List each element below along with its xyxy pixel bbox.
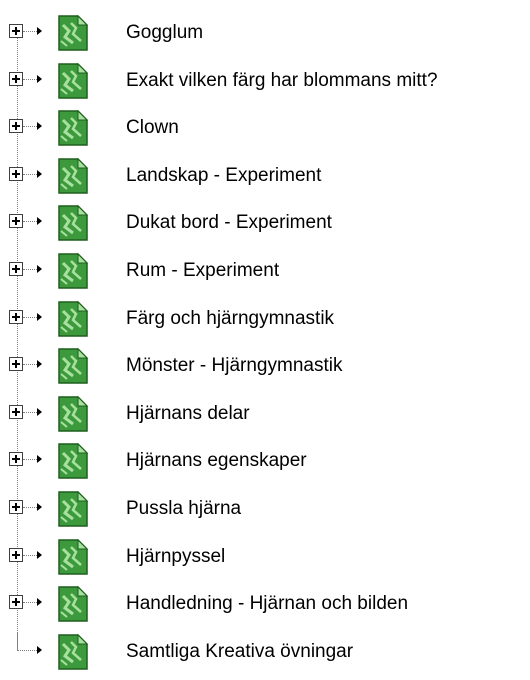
document-icon[interactable] bbox=[56, 632, 90, 672]
expand-plus-icon[interactable] bbox=[9, 262, 23, 276]
document-icon[interactable] bbox=[56, 108, 90, 148]
tree-item-label[interactable]: Samtliga Kreativa övningar bbox=[126, 641, 353, 663]
expand-plus-icon[interactable] bbox=[9, 166, 23, 181]
tree-item[interactable]: Dukat bord - Experiment bbox=[0, 203, 530, 251]
document-icon[interactable] bbox=[56, 156, 90, 196]
tree-item[interactable]: Mönster - Hjärngymnastik bbox=[0, 346, 530, 394]
expand-plus-icon[interactable] bbox=[9, 500, 23, 514]
pointer-arrow-icon bbox=[37, 550, 42, 559]
document-icon[interactable] bbox=[56, 584, 90, 624]
expand-plus-icon[interactable] bbox=[9, 404, 23, 419]
tree-item[interactable]: Färg och hjärngymnastik bbox=[0, 299, 530, 347]
pointer-arrow-icon bbox=[37, 27, 42, 35]
expand-plus-icon[interactable] bbox=[9, 119, 23, 134]
document-icon[interactable] bbox=[56, 299, 90, 339]
document-icon[interactable] bbox=[56, 537, 90, 577]
document-icon[interactable] bbox=[56, 441, 90, 481]
pointer-arrow-icon bbox=[37, 74, 42, 83]
expand-plus-icon[interactable] bbox=[9, 452, 23, 467]
tree-corner-line bbox=[17, 631, 18, 650]
pointer-arrow-icon bbox=[37, 217, 42, 226]
document-icon[interactable] bbox=[56, 346, 90, 386]
tree-item-label[interactable]: Exakt vilken färg har blommans mitt? bbox=[126, 70, 438, 92]
tree-item-label[interactable]: Hjärnans egenskaper bbox=[126, 450, 307, 472]
tree-view: Gogglum Exakt vilken färg har blommans mi… bbox=[0, 0, 530, 677]
tree-item[interactable]: Landskap - Experiment bbox=[0, 156, 530, 204]
tree-branch-line bbox=[18, 649, 39, 651]
tree-item[interactable]: Exakt vilken färg har blommans mitt? bbox=[0, 61, 530, 109]
tree-item[interactable]: Hjärnpyssel bbox=[0, 537, 530, 585]
tree-item-label[interactable]: Handledning - Hjärnan och bilden bbox=[126, 593, 408, 615]
tree-item-label[interactable]: Rum - Experiment bbox=[126, 260, 279, 282]
tree-item[interactable]: Gogglum bbox=[0, 13, 530, 61]
tree-item[interactable]: Hjärnans delar bbox=[0, 394, 530, 442]
expand-plus-icon[interactable] bbox=[9, 24, 23, 38]
pointer-arrow-icon bbox=[37, 645, 42, 654]
tree-item-label[interactable]: Mönster - Hjärngymnastik bbox=[126, 355, 342, 377]
pointer-arrow-icon bbox=[37, 360, 42, 369]
expand-plus-icon[interactable] bbox=[9, 547, 23, 562]
document-icon[interactable] bbox=[56, 203, 90, 243]
pointer-arrow-icon bbox=[37, 312, 42, 321]
pointer-arrow-icon bbox=[37, 503, 42, 511]
document-icon[interactable] bbox=[56, 13, 90, 53]
expand-plus-icon[interactable] bbox=[9, 595, 23, 610]
pointer-arrow-icon bbox=[37, 407, 42, 416]
pointer-arrow-icon bbox=[37, 265, 42, 273]
document-icon[interactable] bbox=[56, 489, 90, 529]
tree-item-label[interactable]: Clown bbox=[126, 117, 179, 139]
tree-item-label[interactable]: Landskap - Experiment bbox=[126, 165, 321, 187]
tree-item[interactable]: Samtliga Kreativa övningar bbox=[0, 631, 530, 680]
tree-item[interactable]: Clown bbox=[0, 108, 530, 156]
pointer-arrow-icon bbox=[37, 169, 42, 178]
tree-item[interactable]: Handledning - Hjärnan och bilden bbox=[0, 584, 530, 632]
expand-plus-icon[interactable] bbox=[9, 357, 23, 372]
pointer-arrow-icon bbox=[37, 598, 42, 607]
tree-item-label[interactable]: Färg och hjärngymnastik bbox=[126, 308, 334, 330]
tree-item[interactable]: Pussla hjärna bbox=[0, 489, 530, 537]
tree-item-label[interactable]: Gogglum bbox=[126, 22, 203, 44]
document-icon[interactable] bbox=[56, 251, 90, 291]
tree-item[interactable]: Rum - Experiment bbox=[0, 251, 530, 299]
tree-item-label[interactable]: Hjärnpyssel bbox=[126, 546, 225, 568]
expand-plus-icon[interactable] bbox=[9, 309, 23, 324]
document-icon[interactable] bbox=[56, 61, 90, 101]
document-icon[interactable] bbox=[56, 394, 90, 434]
tree-item[interactable]: Hjärnans egenskaper bbox=[0, 441, 530, 489]
expand-plus-icon[interactable] bbox=[9, 71, 23, 86]
tree-item-label[interactable]: Dukat bord - Experiment bbox=[126, 212, 332, 234]
expand-plus-icon[interactable] bbox=[9, 214, 23, 229]
pointer-arrow-icon bbox=[37, 455, 42, 464]
pointer-arrow-icon bbox=[37, 122, 42, 131]
tree-item-label[interactable]: Hjärnans delar bbox=[126, 403, 250, 425]
tree-item-label[interactable]: Pussla hjärna bbox=[126, 498, 241, 520]
